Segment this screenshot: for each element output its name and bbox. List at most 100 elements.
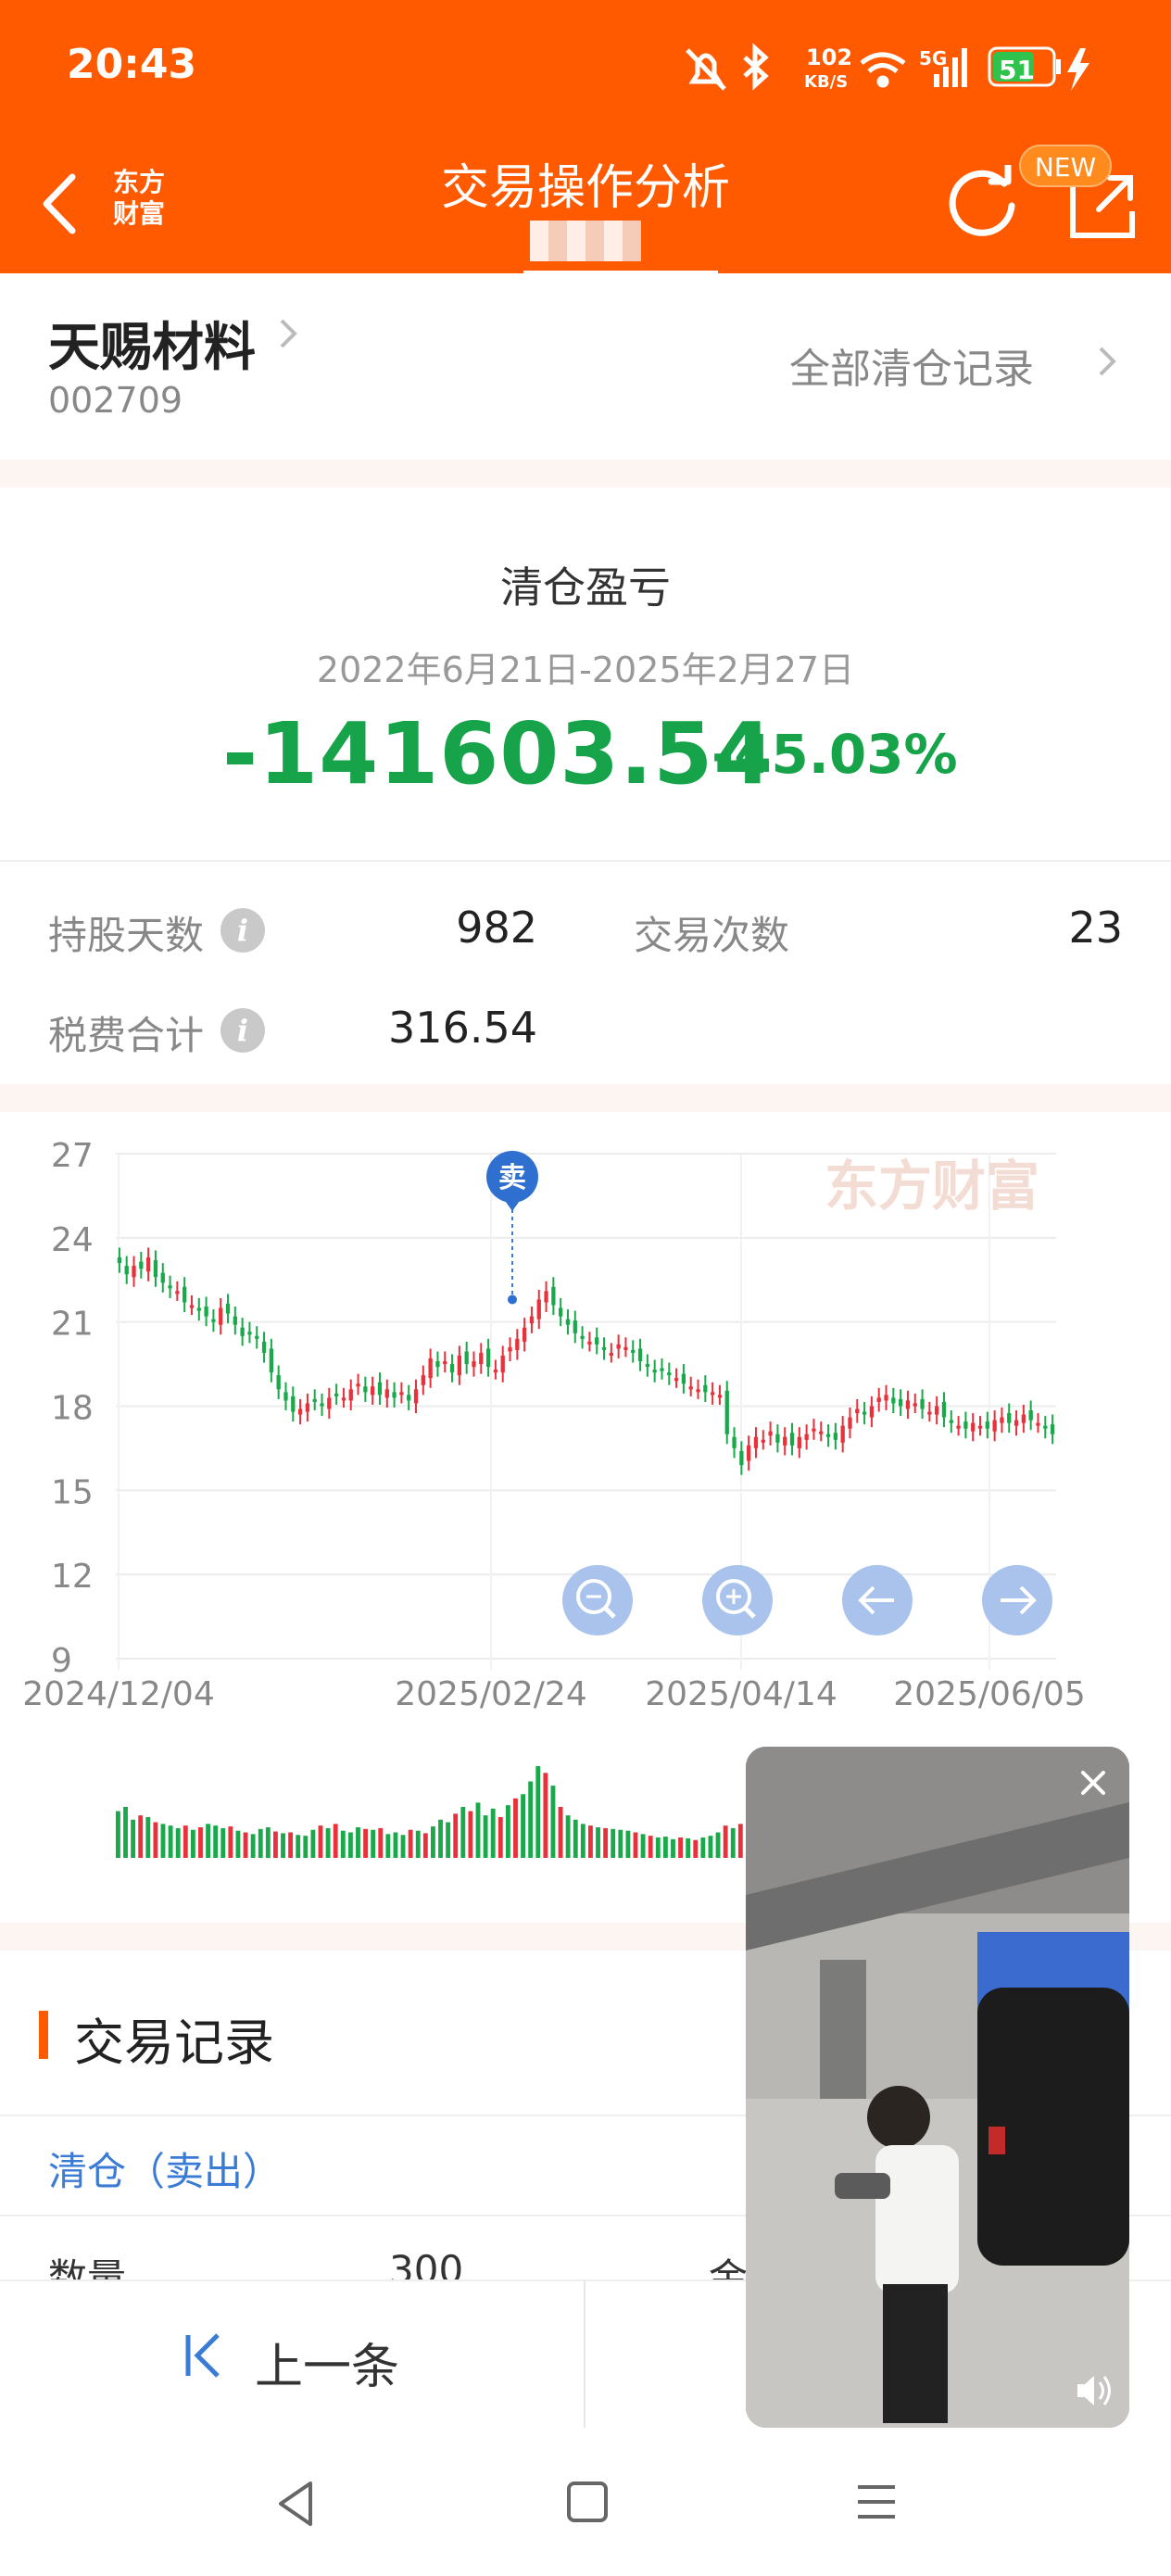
candle-body — [225, 1303, 231, 1314]
volume-icon[interactable] — [1072, 2369, 1114, 2412]
holding-days-value: 982 — [456, 903, 537, 953]
candle-body — [551, 1286, 556, 1306]
candle-body — [204, 1307, 208, 1317]
system-menu-icon[interactable] — [854, 2480, 900, 2526]
chevron-right-icon — [1099, 347, 1116, 376]
volume-bar — [573, 1819, 578, 1858]
volume-bar — [168, 1825, 173, 1858]
first-prev-icon — [185, 2333, 220, 2378]
zoom-in-icon[interactable] — [702, 1565, 773, 1635]
y-tick-label: 27 — [51, 1137, 94, 1175]
volume-bar — [250, 1834, 256, 1858]
system-home-icon[interactable] — [565, 2480, 611, 2526]
zoom-out-icon[interactable] — [562, 1565, 633, 1635]
candle-body — [327, 1397, 332, 1409]
volume-bar — [618, 1829, 623, 1858]
candle-body — [977, 1425, 983, 1429]
volume-bar — [671, 1838, 675, 1858]
volume-bar — [400, 1835, 406, 1858]
candle-body — [1050, 1424, 1055, 1434]
network-speed-value: 102 — [806, 44, 852, 70]
volume-bar — [408, 1829, 413, 1858]
candles — [117, 1247, 1055, 1475]
candle-body — [609, 1352, 613, 1356]
close-icon[interactable] — [1077, 1767, 1109, 1799]
chart-watermark: 东方财富 — [825, 1155, 1039, 1218]
candle-body — [384, 1389, 389, 1398]
volume-bar — [723, 1825, 728, 1858]
volume-bar — [422, 1833, 428, 1858]
candle-body — [247, 1332, 252, 1335]
volume-bar — [543, 1773, 548, 1858]
trade-count-value: 23 — [1068, 903, 1123, 953]
candle-body — [905, 1400, 911, 1409]
status-icons: 102 KB/S 5G 51 — [686, 43, 1089, 92]
candle-body — [1000, 1417, 1004, 1423]
candle-body — [753, 1436, 759, 1448]
y-tick-label: 24 — [51, 1221, 94, 1259]
candle-body — [652, 1370, 657, 1373]
candle-body — [1043, 1425, 1048, 1429]
volume-bar — [611, 1828, 616, 1858]
candle-body — [565, 1319, 571, 1325]
chevron-right-icon — [280, 319, 297, 348]
title-underline — [523, 271, 718, 274]
volume-bar — [340, 1830, 346, 1858]
volume-bar — [446, 1822, 451, 1858]
volume-bar — [281, 1833, 285, 1858]
volume-bar — [175, 1827, 181, 1858]
volume-bar — [213, 1825, 219, 1858]
candle-body — [464, 1351, 469, 1365]
volume-bar — [625, 1830, 631, 1858]
stock-name[interactable]: 天赐材料 — [48, 306, 256, 381]
candle-body — [985, 1421, 989, 1429]
candle-body — [573, 1320, 577, 1333]
divider — [584, 2279, 586, 2428]
network-type: 5G — [919, 47, 947, 69]
candle-body — [1036, 1422, 1040, 1426]
candle-body — [963, 1421, 968, 1429]
candle-body — [189, 1305, 195, 1308]
arrow-left-icon[interactable] — [842, 1565, 913, 1635]
status-time: 20:43 — [67, 41, 197, 88]
volume-bar — [123, 1807, 128, 1858]
pnl-value: -141603.54 — [222, 704, 774, 803]
candle-body — [789, 1433, 795, 1446]
candle-body — [724, 1390, 729, 1434]
refresh-icon[interactable] — [947, 165, 1021, 239]
candle-body — [276, 1375, 281, 1390]
info-icon[interactable]: i — [220, 908, 265, 953]
trade-record-title: 交易记录 — [74, 2014, 274, 2072]
arrow-right-icon[interactable] — [982, 1565, 1052, 1635]
candle-body — [145, 1257, 151, 1272]
candle-body — [812, 1428, 816, 1432]
volume-bar — [325, 1827, 331, 1858]
volume-bar — [475, 1802, 481, 1858]
volume-bar — [393, 1832, 398, 1858]
candle-body — [132, 1266, 136, 1278]
candle-body — [168, 1285, 172, 1289]
candle-body — [1007, 1413, 1012, 1423]
candle-body — [515, 1338, 520, 1350]
all-records-link[interactable]: 全部清仓记录 — [789, 335, 1034, 395]
floating-video[interactable] — [746, 1747, 1129, 2428]
volume-bars — [116, 1766, 743, 1858]
system-back-icon[interactable] — [273, 2476, 320, 2532]
candle-body — [1028, 1410, 1033, 1421]
volume-bar — [535, 1766, 541, 1858]
volume-bar — [265, 1827, 271, 1858]
x-tick-label: 2025/02/24 — [395, 1675, 587, 1713]
candle-body — [269, 1348, 274, 1373]
section-divider — [0, 460, 1171, 487]
volume-bar — [356, 1827, 360, 1858]
candle-body — [407, 1395, 411, 1401]
candle-body — [1014, 1420, 1019, 1426]
candle-body — [371, 1386, 375, 1395]
info-icon[interactable]: i — [220, 1008, 265, 1053]
candle-body — [261, 1341, 267, 1353]
candle-body — [935, 1406, 939, 1415]
candle-body — [848, 1417, 852, 1429]
volume-bar — [333, 1824, 338, 1858]
candle-body — [413, 1389, 419, 1404]
candle-body — [616, 1344, 621, 1349]
